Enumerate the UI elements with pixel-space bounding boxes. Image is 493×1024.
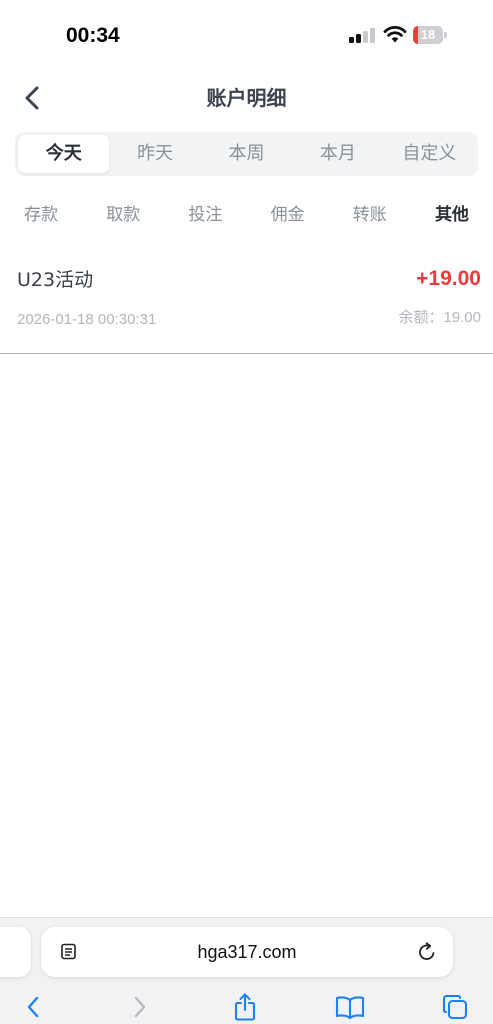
back-button[interactable]: [14, 80, 50, 116]
balance-label: 余额：: [398, 308, 444, 326]
wifi-icon: [383, 25, 407, 43]
forward-icon[interactable]: [125, 992, 155, 1022]
tabs-icon[interactable]: [440, 992, 470, 1022]
tab-deposit[interactable]: 存款: [0, 196, 82, 234]
category-tabs: 存款 取款 投注 佣金 转账 其他: [0, 196, 493, 234]
balance-value: 19.00: [443, 309, 481, 326]
browser-toolbar: hga317.com: [0, 917, 493, 1024]
previous-tab-preview[interactable]: [0, 927, 31, 977]
back-icon[interactable]: [18, 992, 48, 1022]
tab-withdraw[interactable]: 取款: [82, 196, 164, 234]
signal-icon: [349, 27, 375, 43]
tab-custom[interactable]: 自定义: [384, 135, 475, 173]
record-amount: +19.00: [416, 267, 481, 290]
list-item[interactable]: U23活动 +19.00 2026-01-18 00:30:31 余额：19.0…: [0, 248, 493, 354]
battery-level: 18: [420, 27, 436, 42]
tab-today[interactable]: 今天: [18, 135, 110, 173]
tab-yesterday[interactable]: 昨天: [109, 135, 200, 173]
tab-commission[interactable]: 佣金: [247, 196, 329, 234]
record-time: 2026-01-18 00:30:31: [17, 311, 157, 328]
date-range-tabs: 今天 昨天 本周 本月 自定义: [15, 132, 478, 176]
share-icon[interactable]: [230, 992, 260, 1022]
address-bar[interactable]: hga317.com: [41, 927, 453, 977]
tab-other[interactable]: 其他: [411, 196, 493, 234]
status-time: 00:34: [66, 24, 120, 47]
reload-icon[interactable]: [415, 940, 439, 964]
tab-bet[interactable]: 投注: [164, 196, 246, 234]
status-bar: 00:34 18: [0, 0, 493, 70]
record-name: U23活动: [17, 269, 94, 291]
nav-header: 账户明细: [0, 72, 493, 124]
tab-transfer[interactable]: 转账: [329, 196, 411, 234]
chevron-left-icon: [25, 86, 39, 110]
battery-icon: 18: [413, 26, 447, 44]
bookmarks-icon[interactable]: [334, 992, 366, 1022]
reader-icon[interactable]: [59, 942, 79, 962]
tab-this-month[interactable]: 本月: [292, 135, 383, 173]
tab-this-week[interactable]: 本周: [201, 135, 292, 173]
record-balance: 余额：19.00: [398, 306, 481, 327]
page-title: 账户明细: [206, 86, 287, 110]
url-text: hga317.com: [197, 942, 297, 962]
